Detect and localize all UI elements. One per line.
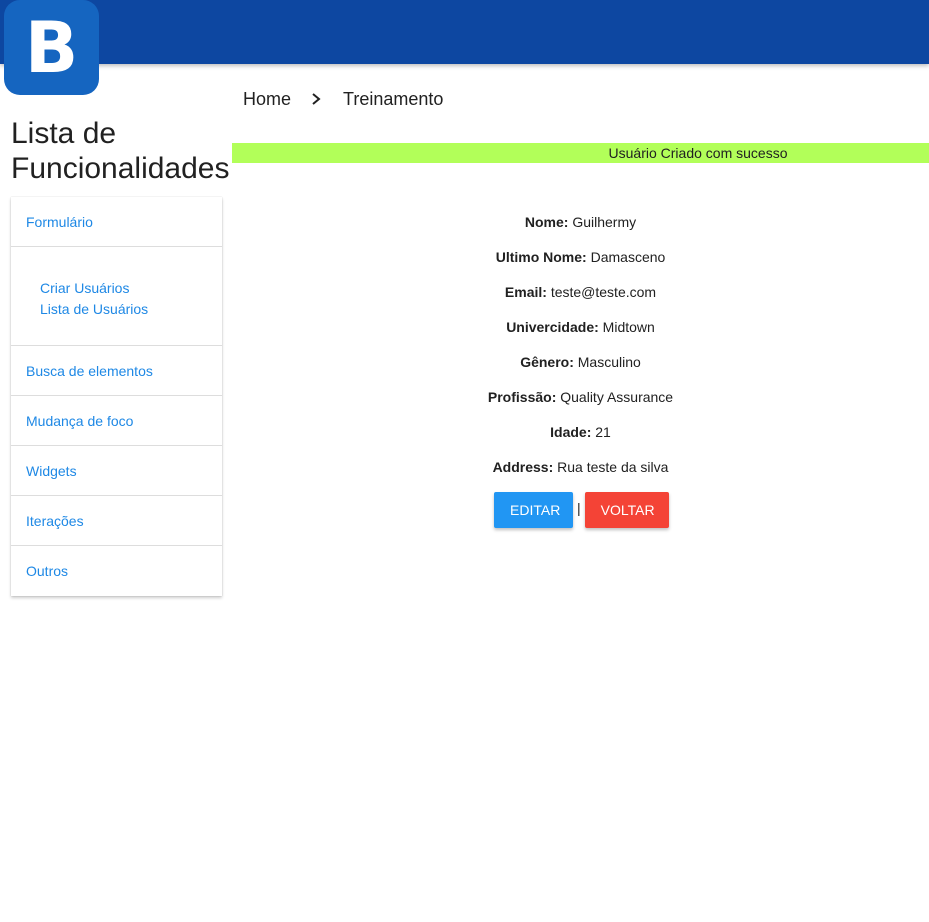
detail-row-genero: Gênero: Masculino xyxy=(232,345,929,380)
detail-value: 21 xyxy=(595,424,611,440)
detail-row-ultimo-nome: Ultimo Nome: Damasceno xyxy=(232,240,929,275)
submenu-item-criar-usuarios[interactable]: Criar Usuários xyxy=(40,278,222,299)
breadcrumb-home[interactable]: Home xyxy=(243,89,291,110)
detail-row-idade: Idade: 21 xyxy=(232,415,929,450)
submenu-item-lista-usuarios[interactable]: Lista de Usuários xyxy=(40,299,222,320)
user-details: Nome: Guilhermy Ultimo Nome: Damasceno E… xyxy=(232,205,929,485)
sidebar-item-iteracoes[interactable]: Iterações xyxy=(11,496,222,546)
detail-label: Gênero: xyxy=(520,354,574,370)
detail-label: Email: xyxy=(504,284,547,300)
detail-row-email: Email: teste@teste.com xyxy=(232,275,929,310)
detail-value: Damasceno xyxy=(590,249,666,265)
detail-label: Address: xyxy=(492,459,554,475)
action-buttons: EDITAR | VOLTAR xyxy=(494,492,669,528)
detail-row-profissao: Profissão: Quality Assurance xyxy=(232,380,929,415)
success-toast: Usuário Criado com sucesso xyxy=(232,143,929,163)
breadcrumb-current: Treinamento xyxy=(343,88,444,109)
detail-value: teste@teste.com xyxy=(550,284,657,300)
sidebar-item-outros[interactable]: Outros xyxy=(11,546,222,596)
detail-label: Ultimo Nome: xyxy=(495,249,587,265)
detail-value: Masculino xyxy=(577,354,641,370)
edit-button[interactable]: EDITAR xyxy=(494,492,573,528)
sidebar-title: Lista de Funcionalidades xyxy=(11,117,230,185)
detail-row-address: Address: Rua teste da silva xyxy=(232,450,929,485)
detail-row-nome: Nome: Guilhermy xyxy=(232,205,929,240)
detail-label: Profissão: xyxy=(487,389,557,405)
detail-value: Quality Assurance xyxy=(560,389,674,405)
detail-label: Univercidade: xyxy=(506,319,599,335)
detail-label: Nome: xyxy=(524,214,569,230)
detail-label: Idade: xyxy=(550,424,592,440)
sidebar-item-mudanca-foco[interactable]: Mudança de foco xyxy=(11,396,222,446)
detail-value: Rua teste da silva xyxy=(557,459,669,475)
detail-row-universidade: Univercidade: Midtown xyxy=(232,310,929,345)
sidebar-item-formulario[interactable]: Formulário xyxy=(11,197,222,247)
detail-value: Guilhermy xyxy=(572,214,637,230)
brand-logo[interactable]: B xyxy=(4,0,99,95)
sidebar-submenu-formulario: Criar Usuários Lista de Usuários xyxy=(11,247,222,346)
sidebar-item-busca-elementos[interactable]: Busca de elementos xyxy=(11,346,222,396)
back-button[interactable]: VOLTAR xyxy=(584,492,669,528)
breadcrumb: Home Treinamento xyxy=(243,87,443,111)
sidebar-item-widgets[interactable]: Widgets xyxy=(11,446,222,496)
button-separator: | xyxy=(577,500,581,516)
logo-letter: B xyxy=(24,6,79,89)
chevron-right-icon xyxy=(312,93,321,105)
sidebar-menu: Formulário Criar Usuários Lista de Usuár… xyxy=(11,197,222,596)
top-navbar xyxy=(0,0,929,64)
detail-value: Midtown xyxy=(602,319,655,335)
